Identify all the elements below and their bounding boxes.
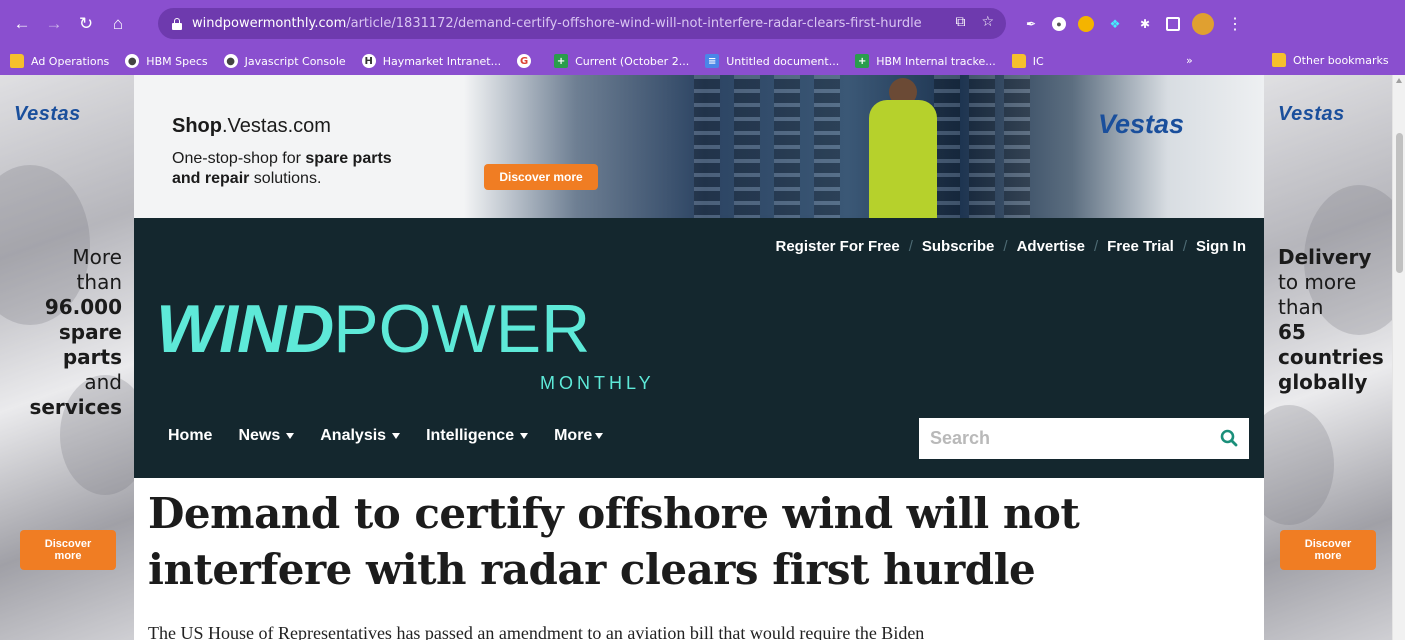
warehouse-photo: [464, 75, 1264, 218]
other-bookmarks[interactable]: Other bookmarks: [1272, 53, 1389, 67]
banner-shop-title: Shop.Vestas.com: [172, 115, 331, 137]
reload-icon[interactable]: ↻: [72, 10, 100, 38]
bookmark-hbm-internal-tracker[interactable]: + HBM Internal tracke...: [855, 54, 996, 68]
address-bar[interactable]: windpowermonthly.com/article/1831172/dem…: [158, 8, 1006, 39]
bookmark-javascript-console[interactable]: ● Javascript Console: [223, 54, 346, 68]
vestas-logo: Vestas: [1278, 103, 1345, 125]
caret-down-icon: [595, 433, 604, 439]
side-panel-icon[interactable]: [1166, 17, 1180, 31]
bookmark-hbm-specs[interactable]: ● HBM Specs: [125, 54, 208, 68]
share-icon[interactable]: ⧉: [955, 14, 965, 30]
nav-intelligence[interactable]: Intelligence: [426, 427, 529, 445]
chrome-extension-icon[interactable]: [1078, 16, 1094, 32]
back-icon[interactable]: ←: [8, 10, 36, 38]
bookmark-star-icon[interactable]: ☆: [981, 14, 994, 30]
browser-toolbar: ← → ↻ ⌂ windpowermonthly.com/article/183…: [0, 0, 1405, 47]
scroll-up-icon[interactable]: [1396, 78, 1402, 83]
bookmark-current-october[interactable]: + Current (October 2...: [554, 54, 689, 68]
bookmark-ic[interactable]: IC: [1011, 54, 1044, 68]
url-domain: windpowermonthly.com: [192, 16, 347, 31]
docs-icon: ≡: [705, 54, 720, 68]
vestas-logo: Vestas: [14, 103, 81, 125]
skin-left-discover-button[interactable]: Discover more: [20, 530, 116, 570]
scroll-thumb[interactable]: [1396, 133, 1403, 273]
bookmark-haymarket-intranet[interactable]: H Haymarket Intranet...: [361, 54, 501, 68]
bookmarks-overflow-button[interactable]: »: [1186, 54, 1193, 67]
puzzle-extensions-icon[interactable]: ✱: [1136, 15, 1154, 33]
bookmark-ad-operations[interactable]: Ad Operations: [10, 54, 109, 68]
top-banner-ad[interactable]: Shop.Vestas.com One-stop-shop for spare …: [134, 75, 1264, 218]
profile-avatar-icon[interactable]: [1192, 13, 1214, 35]
left-skin-ad[interactable]: Vestas More than 96.000 spare parts and …: [0, 75, 134, 640]
camera-extension-icon[interactable]: ●: [1052, 17, 1066, 31]
banner-tagline: One-stop-shop for spare parts and repair…: [172, 150, 392, 187]
nav-home[interactable]: Home: [168, 427, 212, 445]
pen-extension-icon[interactable]: ✒: [1022, 15, 1040, 33]
haymarket-icon: H: [361, 54, 376, 68]
article-lede: The US House of Representatives has pass…: [148, 623, 925, 640]
sheets-icon: +: [855, 54, 870, 68]
banner-discover-button[interactable]: Discover more: [484, 164, 598, 190]
subscribe-link[interactable]: Subscribe: [922, 238, 995, 255]
article: Demand to certify offshore wind will not…: [134, 478, 1264, 640]
vestas-logo: Vestas: [1098, 109, 1185, 139]
home-icon[interactable]: ⌂: [104, 10, 132, 38]
account-nav: Register For Free / Subscribe / Advertis…: [775, 238, 1246, 255]
search-box: [919, 418, 1249, 459]
right-skin-ad[interactable]: Vestas Delivery to more than 65 countrie…: [1264, 75, 1392, 640]
color-picker-extension-icon[interactable]: ❖: [1106, 15, 1124, 33]
nav-more[interactable]: More: [554, 427, 604, 445]
main-nav: Home News Analysis Intelligence More: [168, 427, 629, 445]
logo-monthly-text: MONTHLY: [540, 373, 655, 393]
site-header: Register For Free / Subscribe / Advertis…: [134, 218, 1264, 478]
lock-icon: [172, 17, 182, 30]
folder-icon: [1272, 53, 1286, 67]
folder-icon: [10, 54, 24, 68]
menu-kebab-icon[interactable]: ⋮: [1226, 15, 1244, 33]
windpower-monthly-logo[interactable]: WINDPOWER: [156, 290, 590, 368]
caret-down-icon: [520, 433, 529, 439]
bookmark-untitled-document[interactable]: ≡ Untitled document...: [705, 54, 839, 68]
article-headline: Demand to certify offshore wind will not…: [148, 489, 1080, 594]
skin-left-text: More than 96.000 spare parts and service…: [29, 245, 122, 419]
caret-down-icon: [392, 433, 401, 439]
skin-right-text: Delivery to more than 65 countries globa…: [1278, 245, 1384, 394]
sign-in-link[interactable]: Sign In: [1196, 238, 1246, 255]
folder-icon: [1011, 54, 1026, 68]
nav-news[interactable]: News: [238, 427, 295, 445]
search-input[interactable]: [930, 428, 1210, 449]
free-trial-link[interactable]: Free Trial: [1107, 238, 1174, 255]
skin-right-discover-button[interactable]: Discover more: [1280, 530, 1376, 570]
advertise-link[interactable]: Advertise: [1017, 238, 1085, 255]
bookmarks-bar: Ad Operations ● HBM Specs ● Javascript Con…: [0, 47, 1405, 75]
url-path: /article/1831172/demand-certify-offshore…: [346, 16, 922, 31]
bookmark-google[interactable]: G: [517, 54, 538, 68]
search-icon[interactable]: [1219, 428, 1239, 448]
globe-icon: ●: [125, 54, 140, 68]
page-scrollbar[interactable]: [1392, 75, 1405, 640]
sheets-icon: +: [554, 54, 569, 68]
google-icon: G: [517, 54, 532, 68]
register-link[interactable]: Register For Free: [775, 238, 899, 255]
nav-analysis[interactable]: Analysis: [320, 427, 401, 445]
page-viewport: Vestas More than 96.000 spare parts and …: [0, 75, 1392, 640]
forward-icon[interactable]: →: [40, 10, 68, 38]
caret-down-icon: [286, 433, 295, 439]
globe-icon: ●: [223, 54, 238, 68]
